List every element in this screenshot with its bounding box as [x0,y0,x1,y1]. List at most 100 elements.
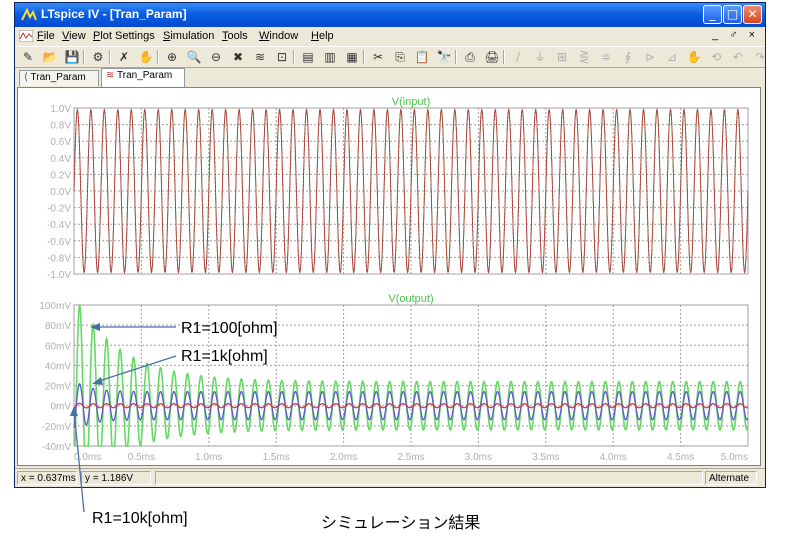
close-button[interactable]: ✕ [743,5,762,24]
tab-waveform[interactable]: ≋ Tran_Param [101,68,185,87]
toolbar: ✎ 📂 💾 ⚙ ✗ ✋ ⊕ 🔍 ⊖ ✖ ≋ ⊡ ▤ ▥ ▦ ✂ ⎘ 📋 🔭 ⎙ 🖨 ∕ ⏚ ⊞ ⋛ ≑ ∮ ⊳ ⊿ ✋ ⟲ ↶ ↷ [15,46,765,68]
toolbar-separator [109,50,111,64]
x-tick-label: 2.0ms [330,452,357,463]
print-setup-icon[interactable]: ⎙ [461,49,479,65]
zoom-out-icon[interactable]: ⊖ [207,49,225,65]
y-tick-label: -0.2V [47,204,71,215]
menu-file[interactable]: File [37,30,55,42]
halt-icon[interactable]: ✋ [137,49,155,65]
resistor-icon[interactable]: ⋛ [575,49,593,65]
y-tick-label: 100mV [39,301,71,312]
window-title: LTspice IV - [Tran_Param] [41,7,187,21]
y-tick-label: 80mV [45,321,71,332]
toolbar-separator [455,50,457,64]
y-tick-label: 40mV [45,361,71,372]
diode-icon[interactable]: ⊳ [641,49,659,65]
toolbar-separator [157,50,159,64]
label-icon[interactable]: ⊞ [553,49,571,65]
zoom-full-icon[interactable]: ⊡ [273,49,291,65]
menu-plot-settings[interactable]: Plot Settings [93,30,155,42]
schematic-icon: ⟨ [24,72,28,83]
tab-bar: ⟨ Tran_Param ≋ Tran_Param [15,68,765,87]
drag-icon[interactable]: ⟲ [707,49,725,65]
zoom-pan-icon[interactable]: 🔍 [185,49,203,65]
open-file-icon[interactable]: 📂 [41,49,59,65]
mdi-window-controls[interactable]: _ ♂ × [712,29,759,41]
toolbar-separator [83,50,85,64]
y-tick-label: 0.4V [50,154,71,165]
open-schematic-icon[interactable]: ✎ [19,49,37,65]
waveform-plot[interactable]: 1.0V 0.8V 0.6V 0.4V 0.2V 0.0V -0.2V -0.4V -0.6V -… [18,88,760,465]
zoom-in-icon[interactable]: ⊕ [163,49,181,65]
output-trace-title: V(output) [388,293,433,305]
status-bar: x = 0.637ms y = 1.186V Alternate [15,468,765,487]
wire-icon[interactable]: ∕ [509,49,527,65]
run-icon[interactable]: ✗ [115,49,133,65]
tab-label: Tran_Param [117,70,173,81]
status-y: y = 1.186V [81,471,151,485]
x-tick-label: 1.0ms [195,452,222,463]
capacitor-icon[interactable]: ≑ [597,49,615,65]
x-tick-label: 0.5ms [128,452,155,463]
y-tick-label: -0.6V [47,237,71,248]
y-tick-label: 0mV [50,402,71,413]
copy-icon[interactable]: ⎘ [391,49,409,65]
find-icon[interactable]: 🔭 [435,49,453,65]
x-tick-label: 4.0ms [600,452,627,463]
tab-label: Tran_Param [30,72,86,83]
x-tick-label: 1.5ms [263,452,290,463]
y-tick-label: 0.0V [50,187,71,198]
title-bar[interactable]: LTspice IV - [Tran_Param] _ □ ✕ [15,3,765,27]
cut-icon[interactable]: ✂ [369,49,387,65]
y-tick-label: 0.8V [50,121,71,132]
menu-bar: File View Plot Settings Simulation Tools… [15,27,765,46]
x-tick-label: 3.0ms [465,452,492,463]
cascade-icon[interactable]: ▥ [321,49,339,65]
toolbar-separator [363,50,365,64]
autorange-icon[interactable]: ≋ [251,49,269,65]
y-tick-label: 60mV [45,341,71,352]
annotation-r1k: R1=1k[ohm] [181,348,268,365]
component-icon[interactable]: ⊿ [663,49,681,65]
save-icon[interactable]: 💾 [63,49,81,65]
y-tick-label: 1.0V [50,104,71,115]
zoom-cancel-icon[interactable]: ✖ [229,49,247,65]
redo-icon[interactable]: ↷ [751,49,765,65]
x-tick-label: 3.5ms [532,452,559,463]
ground-icon[interactable]: ⏚ [531,49,549,65]
control-panel-icon[interactable]: ⚙ [89,49,107,65]
status-spacer [155,471,703,485]
maximize-button[interactable]: □ [723,5,742,24]
tile-vertical-icon[interactable]: ▦ [343,49,361,65]
ltspice-app-icon [21,8,37,21]
paste-icon[interactable]: 📋 [413,49,431,65]
inductor-icon[interactable]: ∮ [619,49,637,65]
toolbar-separator [293,50,295,64]
print-icon[interactable]: 🖨 [483,49,501,65]
menu-simulation[interactable]: Simulation [163,30,214,42]
y-tick-label: 0.2V [50,170,71,181]
tab-schematic[interactable]: ⟨ Tran_Param [19,70,99,86]
caption: シミュレーション結果 [321,513,481,532]
input-trace-red [73,108,749,274]
waveform-icon: ≋ [106,70,115,81]
status-x: x = 0.637ms [17,471,77,485]
toolbar-separator [503,50,505,64]
menu-view[interactable]: View [62,30,86,42]
annotation-r100: R1=100[ohm] [181,320,278,337]
waveform-viewer[interactable]: 1.0V 0.8V 0.6V 0.4V 0.2V 0.0V -0.2V -0.4V -0.6V -… [17,87,761,466]
move-icon[interactable]: ✋ [685,49,703,65]
menu-tools[interactable]: Tools [222,30,248,42]
menu-window[interactable]: Window [259,30,298,42]
tile-horizontal-icon[interactable]: ▤ [299,49,317,65]
y-tick-label: -20mV [42,422,72,433]
ltspice-window: LTspice IV - [Tran_Param] _ □ ✕ File Vie… [14,2,766,488]
menu-help[interactable]: Help [311,30,334,42]
waveform-doc-icon [19,30,33,42]
y-tick-label: -0.8V [47,253,71,264]
y-tick-label: -1.0V [47,270,71,281]
input-trace-title: V(input) [392,96,431,108]
undo-icon[interactable]: ↶ [729,49,747,65]
x-tick-label: 5.0ms [721,452,748,463]
minimize-button[interactable]: _ [703,5,722,24]
